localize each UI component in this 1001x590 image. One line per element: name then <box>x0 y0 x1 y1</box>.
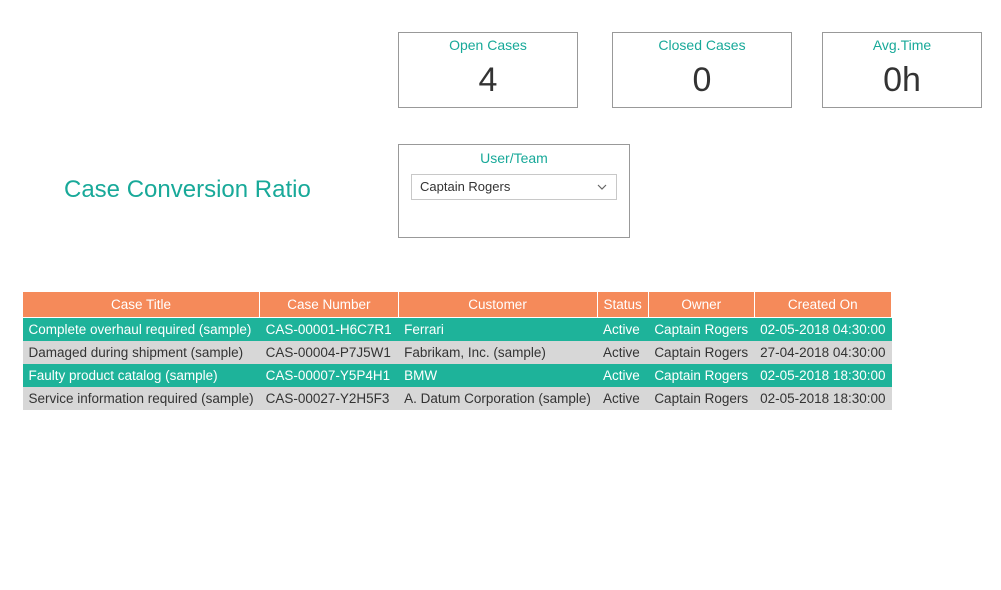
th-owner[interactable]: Owner <box>648 292 754 318</box>
kpi-value: 0 <box>613 53 791 110</box>
table-cell: 02-05-2018 18:30:00 <box>754 364 891 387</box>
table-cell: Captain Rogers <box>648 318 754 342</box>
table-cell: Complete overhaul required (sample) <box>23 318 260 342</box>
table-cell: Faulty product catalog (sample) <box>23 364 260 387</box>
table-cell: Captain Rogers <box>648 341 754 364</box>
table-cell: 02-05-2018 04:30:00 <box>754 318 891 342</box>
userteam-selected: Captain Rogers <box>420 179 510 194</box>
table-row[interactable]: Damaged during shipment (sample)CAS-0000… <box>23 341 892 364</box>
table-cell: A. Datum Corporation (sample) <box>398 387 597 410</box>
table-row[interactable]: Faulty product catalog (sample)CAS-00007… <box>23 364 892 387</box>
table-cell: Active <box>597 341 648 364</box>
table-cell: Captain Rogers <box>648 387 754 410</box>
userteam-dropdown[interactable]: Captain Rogers <box>411 174 617 200</box>
table-cell: Damaged during shipment (sample) <box>23 341 260 364</box>
kpi-label: Open Cases <box>399 33 577 53</box>
th-case-number[interactable]: Case Number <box>260 292 399 318</box>
kpi-label: Closed Cases <box>613 33 791 53</box>
th-case-title[interactable]: Case Title <box>23 292 260 318</box>
table-cell: Service information required (sample) <box>23 387 260 410</box>
userteam-slicer: User/Team Captain Rogers <box>398 144 630 238</box>
table-header: Case Title Case Number Customer Status O… <box>23 292 892 318</box>
table-cell: Active <box>597 387 648 410</box>
userteam-label: User/Team <box>399 145 629 172</box>
kpi-label: Avg.Time <box>823 33 981 53</box>
table-cell: Captain Rogers <box>648 364 754 387</box>
table-cell: 27-04-2018 04:30:00 <box>754 341 891 364</box>
table-cell: Fabrikam, Inc. (sample) <box>398 341 597 364</box>
kpi-card-open-cases: Open Cases 4 <box>398 32 578 108</box>
table-cell: Active <box>597 318 648 342</box>
table-cell: Ferrari <box>398 318 597 342</box>
kpi-card-closed-cases: Closed Cases 0 <box>612 32 792 108</box>
th-created-on[interactable]: Created On <box>754 292 891 318</box>
table-cell: 02-05-2018 18:30:00 <box>754 387 891 410</box>
kpi-value: 0h <box>823 53 981 110</box>
table-cell: CAS-00004-P7J5W1 <box>260 341 399 364</box>
table-cell: CAS-00007-Y5P4H1 <box>260 364 399 387</box>
table-cell: CAS-00001-H6C7R1 <box>260 318 399 342</box>
cases-table: Case Title Case Number Customer Status O… <box>22 291 892 410</box>
table-row[interactable]: Service information required (sample)CAS… <box>23 387 892 410</box>
table-body: Complete overhaul required (sample)CAS-0… <box>23 318 892 411</box>
page-title: Case Conversion Ratio <box>64 176 311 204</box>
table-cell: CAS-00027-Y2H5F3 <box>260 387 399 410</box>
kpi-value: 4 <box>399 53 577 110</box>
table-cell: BMW <box>398 364 597 387</box>
table-row[interactable]: Complete overhaul required (sample)CAS-0… <box>23 318 892 342</box>
chevron-down-icon <box>596 181 608 193</box>
th-customer[interactable]: Customer <box>398 292 597 318</box>
th-status[interactable]: Status <box>597 292 648 318</box>
table-cell: Active <box>597 364 648 387</box>
kpi-card-avg-time: Avg.Time 0h <box>822 32 982 108</box>
